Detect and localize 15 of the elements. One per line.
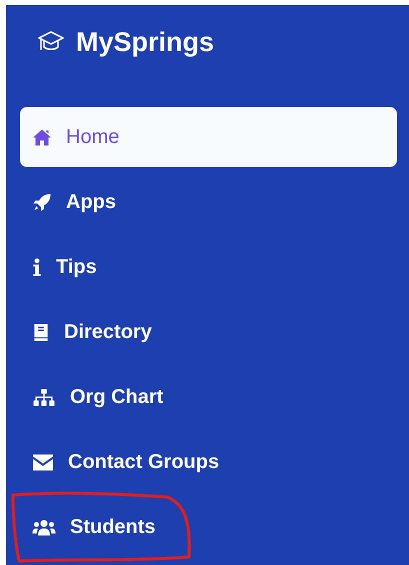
nav-item[interactable]: Students [20,497,397,557]
house-icon [32,128,52,146]
envelope-icon [32,452,54,472]
sitemap-icon [32,388,56,406]
app-title: MySprings [76,26,214,58]
rocket-icon [32,192,52,212]
nav-item[interactable]: Org Chart [20,367,397,427]
nav-item[interactable]: Contact Groups [20,432,397,492]
nav-item[interactable]: Apps [20,172,397,232]
nav-item[interactable]: Tips [20,237,397,297]
users-icon [32,518,56,536]
info-icon [32,258,42,276]
book-icon [32,322,50,342]
nav-item[interactable]: Directory [20,302,397,362]
nav-item[interactable]: Home [20,107,397,167]
